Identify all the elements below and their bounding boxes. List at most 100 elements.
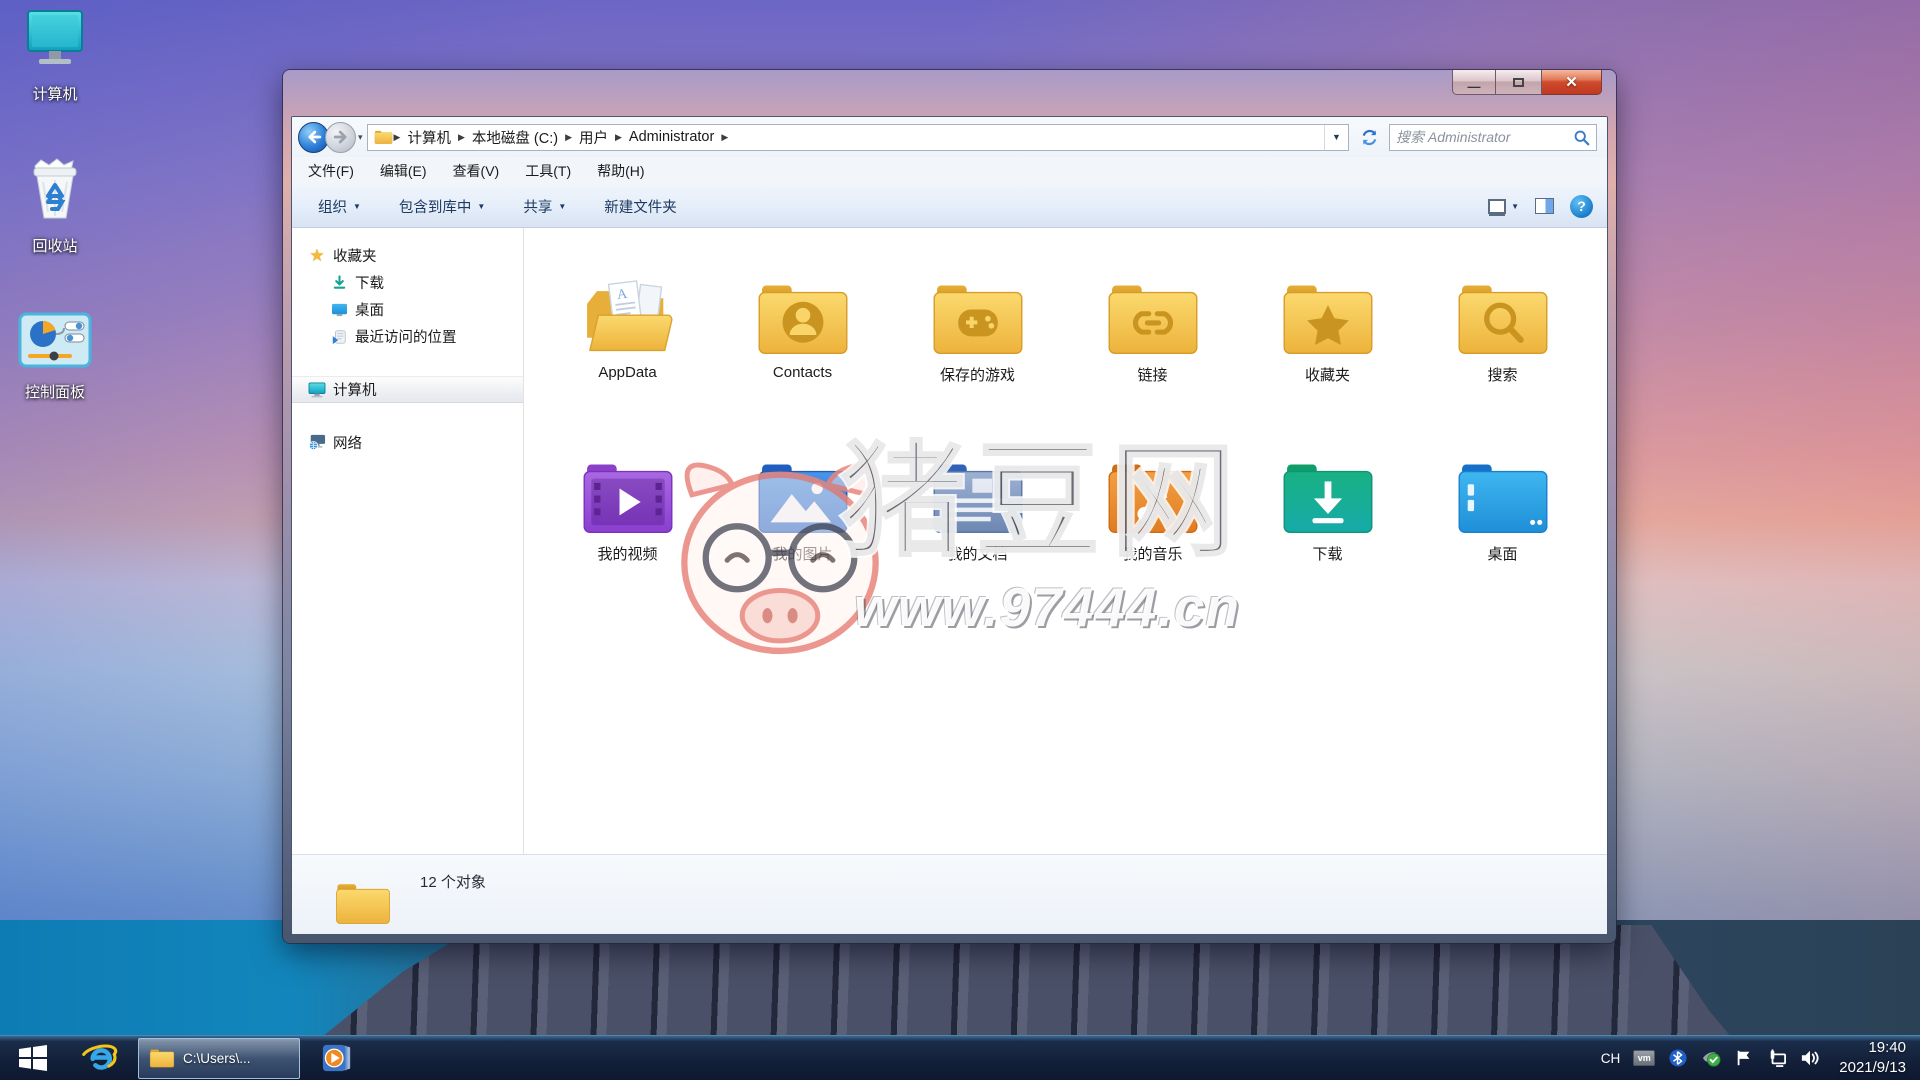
- minimize-button[interactable]: —: [1452, 70, 1496, 95]
- nav-history-dropdown-icon[interactable]: ▾: [358, 132, 363, 143]
- menu-file[interactable]: 文件(F): [308, 161, 354, 181]
- window-inner: ▾ ▶ 计算机 ▶ 本地磁盘 (C:) ▶ 用户 ▶ Administrator…: [291, 116, 1608, 935]
- address-bar: ▾ ▶ 计算机 ▶ 本地磁盘 (C:) ▶ 用户 ▶ Administrator…: [292, 117, 1607, 157]
- file-label: 我的音乐: [1122, 543, 1182, 564]
- file-item-saved-games[interactable]: 保存的游戏: [890, 278, 1065, 457]
- include-label: 包含到库中: [399, 196, 472, 217]
- desktop-icon-label: 计算机: [0, 83, 110, 104]
- sidebar-item-recent-places[interactable]: 最近访问的位置: [292, 323, 523, 350]
- file-item-my-documents[interactable]: 我的文档: [890, 457, 1065, 636]
- new-folder-label: 新建文件夹: [604, 196, 677, 217]
- file-item-links[interactable]: 链接: [1065, 278, 1240, 457]
- preview-pane-button[interactable]: [1535, 198, 1554, 214]
- maximize-button[interactable]: [1496, 70, 1542, 95]
- file-label: 我的图片: [772, 543, 832, 564]
- file-item-desktop[interactable]: 桌面: [1415, 457, 1590, 636]
- help-icon: ?: [1570, 195, 1593, 218]
- sidebar-label: 计算机: [333, 379, 377, 400]
- dropdown-arrow-icon: ▼: [558, 202, 566, 211]
- back-arrow-icon: [304, 127, 324, 147]
- bluetooth-icon[interactable]: [1668, 1048, 1688, 1068]
- sidebar-spacer: [292, 403, 523, 429]
- computer-icon: [308, 381, 326, 399]
- search-input[interactable]: [1396, 129, 1573, 145]
- start-button[interactable]: [0, 1036, 66, 1080]
- file-item-my-music[interactable]: 我的音乐: [1065, 457, 1240, 636]
- desktop-icon-label: 回收站: [0, 235, 110, 256]
- ime-indicator[interactable]: CH: [1601, 1051, 1621, 1066]
- volume-icon[interactable]: [1800, 1048, 1820, 1068]
- action-center-flag-icon[interactable]: [1734, 1048, 1754, 1068]
- desktop-icon-recycle-bin[interactable]: 回收站: [0, 152, 110, 256]
- file-label: 收藏夹: [1305, 364, 1350, 385]
- network-status-icon[interactable]: [1767, 1048, 1787, 1068]
- refresh-button[interactable]: [1353, 124, 1385, 151]
- sidebar-item-desktop[interactable]: 桌面: [292, 296, 523, 323]
- menu-help[interactable]: 帮助(H): [597, 161, 644, 181]
- share-button[interactable]: 共享▼: [511, 190, 578, 223]
- item-count: 12 个对象: [420, 871, 486, 892]
- help-button[interactable]: ?: [1570, 195, 1593, 218]
- organize-button[interactable]: 组织 ▼: [306, 190, 373, 223]
- task-label: C:\Users\...: [183, 1051, 251, 1066]
- desktop-icon-computer[interactable]: 计算机: [0, 8, 110, 104]
- forward-arrow-icon: [331, 127, 351, 147]
- control-panel-icon: [18, 312, 92, 370]
- vmware-tray-icon[interactable]: vm: [1633, 1050, 1655, 1066]
- close-icon: ✕: [1565, 75, 1578, 90]
- folder-icon: [149, 1047, 175, 1069]
- file-item-contacts[interactable]: Contacts: [715, 278, 890, 457]
- dropdown-arrow-icon: ▼: [353, 202, 361, 211]
- new-folder-button[interactable]: 新建文件夹: [592, 190, 689, 223]
- my-documents-folder-icon: [930, 457, 1026, 537]
- appdata-folder-icon: A: [580, 278, 676, 358]
- organize-label: 组织: [318, 196, 347, 217]
- clock[interactable]: 19:40 2021/9/13: [1833, 1038, 1906, 1079]
- my-music-folder-icon: [1105, 457, 1201, 537]
- internet-explorer-button[interactable]: [66, 1036, 132, 1080]
- breadcrumb-item[interactable]: 用户: [573, 124, 614, 151]
- address-folder-icon: [374, 129, 393, 145]
- file-label: AppData: [598, 364, 656, 381]
- toolbar-right: ▼ ?: [1488, 195, 1593, 218]
- maximize-icon: [1513, 78, 1524, 87]
- preview-pane-icon: [1535, 198, 1554, 214]
- refresh-icon: [1360, 128, 1379, 147]
- dropdown-arrow-icon: ▼: [1511, 202, 1519, 211]
- close-button[interactable]: ✕: [1542, 70, 1602, 95]
- menu-edit[interactable]: 编辑(E): [380, 161, 427, 181]
- change-view-button[interactable]: ▼: [1488, 199, 1519, 214]
- file-item-searches[interactable]: 搜索: [1415, 278, 1590, 457]
- sidebar-item-network[interactable]: 网络: [292, 429, 523, 456]
- breadcrumb-item[interactable]: 本地磁盘 (C:): [466, 124, 564, 151]
- dropdown-arrow-icon: ▼: [477, 202, 485, 211]
- file-item-appdata[interactable]: A AppData: [540, 278, 715, 457]
- sidebar-item-computer[interactable]: 计算机: [292, 376, 523, 403]
- details-pane: 12 个对象: [292, 854, 1607, 934]
- file-item-my-pictures[interactable]: 我的图片: [715, 457, 890, 636]
- include-in-library-button[interactable]: 包含到库中 ▼: [387, 190, 497, 223]
- breadcrumb[interactable]: ▶ 计算机 ▶ 本地磁盘 (C:) ▶ 用户 ▶ Administrator ▶…: [367, 124, 1349, 151]
- sidebar-item-downloads[interactable]: 下载: [292, 269, 523, 296]
- sidebar-item-favorites[interactable]: ★ 收藏夹: [292, 242, 523, 269]
- search-icon[interactable]: [1573, 129, 1590, 146]
- saved-games-folder-icon: [930, 278, 1026, 358]
- internet-explorer-icon: [80, 1040, 118, 1076]
- vmware-tools-icon[interactable]: [1701, 1048, 1721, 1068]
- media-player-button[interactable]: [306, 1036, 368, 1080]
- system-tray: CH vm 19:40 2021/9/13: [1601, 1038, 1920, 1079]
- clock-time: 19:40: [1839, 1038, 1906, 1058]
- breadcrumb-item[interactable]: 计算机: [401, 124, 457, 151]
- desktop-icon-control-panel[interactable]: 控制面板: [0, 312, 110, 402]
- file-item-downloads[interactable]: 下载: [1240, 457, 1415, 636]
- windows-logo-icon: [18, 1044, 48, 1072]
- forward-button[interactable]: [325, 122, 356, 153]
- taskbar-explorer-task[interactable]: C:\Users\...: [138, 1038, 300, 1079]
- file-item-favorites[interactable]: 收藏夹: [1240, 278, 1415, 457]
- file-item-my-videos[interactable]: 我的视频: [540, 457, 715, 636]
- recent-places-icon: [330, 328, 348, 346]
- menu-tools[interactable]: 工具(T): [525, 161, 571, 181]
- breadcrumb-item[interactable]: Administrator: [623, 126, 720, 148]
- address-dropdown-button[interactable]: ▼: [1324, 125, 1348, 150]
- menu-view[interactable]: 查看(V): [453, 161, 500, 181]
